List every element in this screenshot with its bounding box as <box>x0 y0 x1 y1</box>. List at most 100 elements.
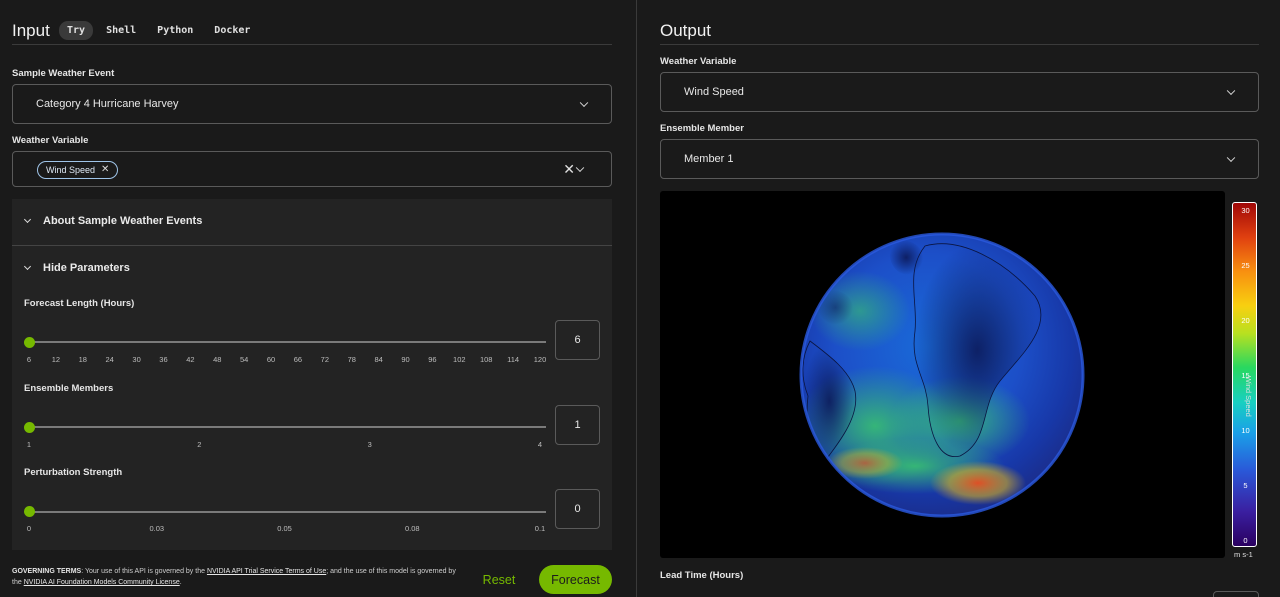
output-variable-select[interactable]: Wind Speed <box>660 72 1259 112</box>
perturbation-strength-ticks: 0 0.03 0.05 0.08 0.1 <box>26 524 545 534</box>
slider-tick-label: 114 <box>507 355 520 364</box>
ensemble-members-input[interactable]: 1 <box>555 405 600 445</box>
slider-tick-label: 0.03 <box>149 524 165 533</box>
slider-tick-label: 4 <box>537 440 543 449</box>
output-title: Output <box>660 21 712 40</box>
forecast-length-label: Forecast Length (Hours) <box>24 298 135 309</box>
about-events-header[interactable]: About Sample Weather Events <box>23 215 203 227</box>
colorbar-tick: 5 <box>1243 481 1248 490</box>
variable-chip[interactable]: Wind Speed ✕ <box>37 161 119 179</box>
perturbation-strength-track[interactable] <box>29 511 546 513</box>
terms-text: . <box>179 579 182 586</box>
slider-tick-label: 2 <box>197 440 202 449</box>
slider-tick-label: 108 <box>479 355 493 364</box>
about-events-accordion[interactable]: About Sample Weather Events <box>12 199 612 245</box>
slider-tick-label: 3 <box>367 440 372 449</box>
slider-tick-label: 78 <box>347 355 356 364</box>
slider-tick-label: 72 <box>320 355 329 364</box>
chevron-down-icon <box>1226 153 1236 163</box>
sample-event-select[interactable]: Category 4 Hurricane Harvey <box>12 84 612 124</box>
ensemble-members-thumb[interactable] <box>24 422 35 433</box>
about-events-title: About Sample Weather Events <box>43 215 203 227</box>
chevron-down-icon <box>23 262 32 271</box>
globe-plot[interactable] <box>660 191 1225 558</box>
sample-event-value: Category 4 Hurricane Harvey <box>36 98 179 110</box>
colorbar-tick: 0 <box>1243 536 1248 545</box>
slider-tick-label: 102 <box>453 355 466 364</box>
tab-python[interactable]: Python <box>149 21 201 40</box>
reset-button[interactable]: Reset <box>472 566 526 594</box>
ensemble-member-select[interactable]: Member 1 <box>660 139 1259 179</box>
tab-try[interactable]: Try <box>59 21 94 40</box>
slider-tick-label: 12 <box>51 355 61 364</box>
colorbar: 30 25 20 15 10 5 0 <box>1232 202 1257 547</box>
forecast-length-input[interactable]: 6 <box>555 320 600 360</box>
slider-tick-label: 42 <box>186 355 195 364</box>
forecast-length-ticks: 6 12 18 24 30 36 42 48 54 60 66 72 78 84 90 96 102 108 114… <box>26 355 546 365</box>
ensemble-member-label: Ensemble Member <box>660 123 744 134</box>
weather-variable-multiselect[interactable]: Wind Speed ✕ ✕ <box>12 151 612 187</box>
slider-tick-label: 0.08 <box>404 524 420 533</box>
slider-tick-label: 90 <box>401 355 410 364</box>
slider-tick-label: 36 <box>159 355 168 364</box>
lead-time-input[interactable] <box>1213 591 1259 597</box>
output-variable-label: Weather Variable <box>660 56 737 67</box>
governing-terms: GOVERNING TERMS: Your use of this API is… <box>12 566 467 588</box>
hide-parameters-title: Hide Parameters <box>43 262 130 274</box>
output-panel: Output Weather Variable Wind Speed Ensem… <box>637 0 1280 597</box>
slider-tick-label: 96 <box>428 355 437 364</box>
chevron-down-icon <box>23 215 32 224</box>
colorbar-tick: 20 <box>1241 316 1250 325</box>
slider-tick-label: 120 <box>533 355 547 364</box>
weather-variable-label: Weather Variable <box>12 135 89 146</box>
terms-heading: GOVERNING TERMS <box>12 568 82 575</box>
hide-parameters-header[interactable]: Hide Parameters <box>23 262 130 274</box>
community-license-link[interactable]: NVIDIA AI Foundation Models Community Li… <box>24 579 180 586</box>
ensemble-member-value: Member 1 <box>684 153 734 165</box>
divider <box>12 44 612 45</box>
chip-label: Wind Speed <box>46 165 96 175</box>
slider-tick-label: 6 <box>26 355 32 364</box>
divider <box>660 44 1259 45</box>
chevron-down-icon <box>579 98 589 108</box>
colorbar-tick: 25 <box>1241 261 1250 270</box>
slider-tick-label: 24 <box>105 355 114 364</box>
colorbar-tick: 10 <box>1241 426 1250 435</box>
globe-image <box>799 232 1085 518</box>
slider-tick-label: 1 <box>26 440 32 449</box>
perturbation-strength-thumb[interactable] <box>24 506 35 517</box>
colorbar-title: Wind Speed <box>1244 376 1253 417</box>
colorbar-tick: 30 <box>1241 206 1250 215</box>
slider-tick-label: 66 <box>293 355 303 364</box>
tab-shell[interactable]: Shell <box>98 21 144 40</box>
forecast-length-track[interactable] <box>29 341 546 343</box>
language-tabs: Try Shell Python Docker <box>59 21 263 40</box>
slider-tick-label: 0.1 <box>534 524 546 533</box>
terms-text: : Your use of this API is governed by th… <box>81 568 207 575</box>
lead-time-label: Lead Time (Hours) <box>660 570 744 581</box>
chip-remove-icon[interactable]: ✕ <box>101 165 109 175</box>
terms-of-use-link[interactable]: NVIDIA API Trial Service Terms of Use <box>207 568 326 575</box>
input-title: Input <box>12 21 50 40</box>
forecast-length-thumb[interactable] <box>24 337 35 348</box>
slider-tick-label: 48 <box>213 355 222 364</box>
sample-event-label: Sample Weather Event <box>12 68 115 79</box>
ensemble-members-track[interactable] <box>29 426 546 428</box>
slider-tick-label: 18 <box>78 355 87 364</box>
slider-tick-label: 84 <box>374 355 383 364</box>
clear-icon[interactable]: ✕ <box>563 162 575 176</box>
colorbar-unit: m s-1 <box>1234 550 1253 559</box>
chevron-down-icon <box>1226 86 1236 96</box>
tab-docker[interactable]: Docker <box>206 21 258 40</box>
slider-tick-label: 54 <box>239 355 249 364</box>
slider-tick-label: 0.05 <box>277 524 292 533</box>
slider-tick-label: 30 <box>132 355 141 364</box>
chevron-down-icon[interactable] <box>575 163 585 173</box>
slider-tick-label: 0 <box>26 524 32 533</box>
perturbation-strength-input[interactable]: 0 <box>555 489 600 529</box>
output-variable-value: Wind Speed <box>684 86 744 98</box>
parameters-accordion: Hide Parameters <box>12 246 612 550</box>
forecast-button[interactable]: Forecast <box>539 565 612 594</box>
perturbation-strength-label: Perturbation Strength <box>24 467 123 478</box>
input-panel: Input Try Shell Python Docker Sample Wea… <box>0 0 636 597</box>
